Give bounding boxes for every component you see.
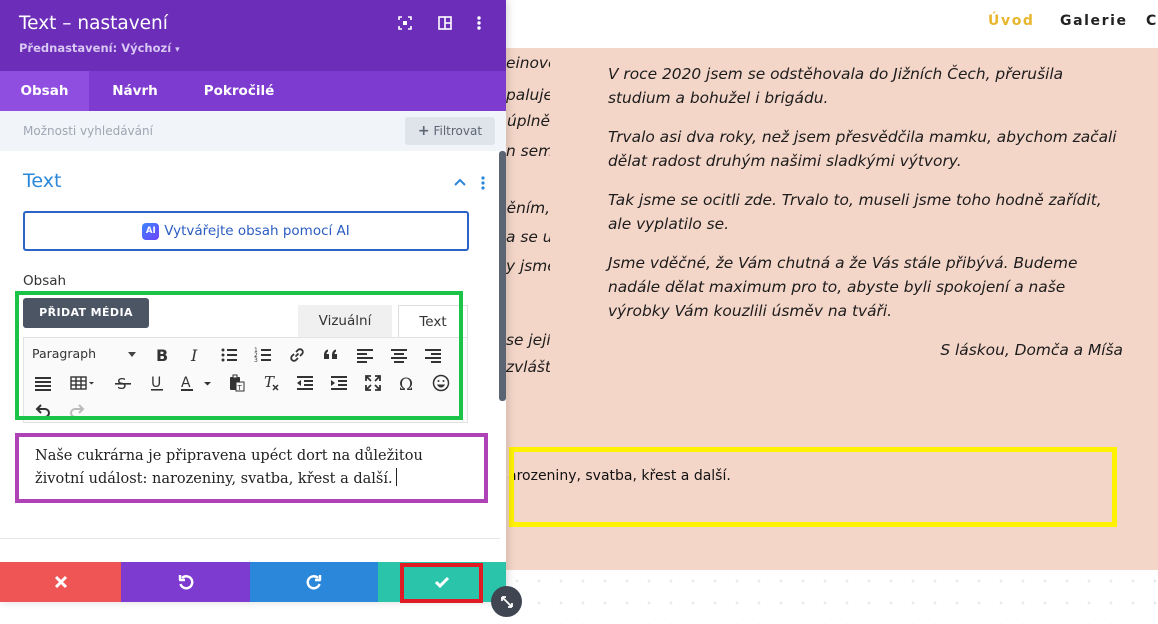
site-navigation: Úvod Galerie C: [506, 0, 1158, 48]
clipped-text-fragment: einové: [506, 54, 550, 72]
discard-button[interactable]: [0, 562, 121, 602]
chevron-up-icon[interactable]: [452, 174, 468, 190]
panel-header: Text – nastavení Přednastavení: Výchozí …: [0, 0, 506, 71]
redo-button[interactable]: [250, 562, 378, 602]
section-options-icon[interactable]: [479, 175, 487, 191]
story-paragraph: Jsme vděčné, že Vám chutná a že Vás stál…: [608, 254, 1078, 320]
story-signature: S láskou, Domča a Míša: [940, 341, 1123, 359]
section-title-text[interactable]: Text: [23, 170, 61, 192]
clipped-text-fragment: a se u: [506, 228, 550, 246]
story-paragraph: Trvalo asi dva roky, než jsem přesvědčil…: [608, 128, 1117, 170]
text-settings-panel: Text – nastavení Přednastavení: Výchozí …: [0, 0, 506, 602]
tab-navrh[interactable]: Návrh: [89, 71, 181, 111]
clipped-text-fragment: n sem: [506, 142, 550, 160]
search-input[interactable]: Možnosti vyhledávání: [23, 124, 153, 138]
plus-icon: +: [417, 123, 430, 139]
kebab-menu-icon[interactable]: [470, 14, 488, 32]
clipped-text-fragment: ěním,: [506, 199, 550, 217]
highlight-yellow-box: [509, 447, 1117, 527]
section-divider: [0, 538, 500, 539]
highlight-red-box: [400, 563, 483, 603]
preset-label: Přednastavení: Výchozí: [19, 41, 172, 55]
nav-link-partial[interactable]: C: [1146, 13, 1158, 29]
story-paragraph: V roce 2020 jsem se odstěhovala do Jižní…: [608, 65, 1064, 107]
ai-icon: AI: [142, 223, 160, 240]
clipped-text-fragment: paluje,: [506, 86, 550, 104]
close-icon: [54, 575, 67, 589]
preset-dropdown[interactable]: Přednastavení: Výchozí ▾: [19, 41, 180, 55]
ai-generate-button[interactable]: AI Vytvářejte obsah pomocí AI: [23, 211, 469, 251]
nav-link-uvod[interactable]: Úvod: [988, 13, 1035, 29]
clipped-text-fragment: zvlášť: [506, 358, 550, 376]
nav-link-galerie[interactable]: Galerie: [1060, 13, 1128, 29]
clipped-text-fragment: se její: [506, 331, 550, 349]
panel-scrollbar[interactable]: [499, 151, 506, 401]
undo-icon: [178, 575, 193, 590]
decorative-pattern: [506, 570, 1158, 624]
panel-tabs: Obsah Návrh Pokročilé: [0, 71, 506, 111]
clipped-text-fragment: úplně: [506, 112, 550, 130]
highlight-green-box: [15, 291, 463, 420]
story-text: V roce 2020 jsem se odstěhovala do Jižní…: [608, 62, 1123, 377]
tab-pokrocile[interactable]: Pokročilé: [181, 71, 297, 111]
content-field-label: Obsah: [23, 273, 67, 289]
tab-obsah[interactable]: Obsah: [0, 71, 89, 111]
ai-button-label: Vytvářejte obsah pomocí AI: [164, 223, 350, 239]
options-search-bar: Možnosti vyhledávání + Filtrovat: [0, 111, 506, 151]
filter-button[interactable]: + Filtrovat: [405, 117, 495, 145]
resize-handle-icon[interactable]: [491, 586, 522, 617]
story-paragraph: Tak jsme se ocitli zde. Trvalo to, musel…: [608, 191, 1102, 233]
redo-icon: [306, 575, 322, 590]
focus-icon[interactable]: [396, 14, 414, 32]
clipped-text-fragment: y jsme: [506, 257, 550, 275]
panel-title: Text – nastavení: [19, 13, 168, 34]
undo-button[interactable]: [121, 562, 250, 602]
layout-toggle-icon[interactable]: [436, 14, 454, 32]
highlight-purple-box: [15, 433, 488, 503]
filter-label: Filtrovat: [433, 124, 483, 138]
